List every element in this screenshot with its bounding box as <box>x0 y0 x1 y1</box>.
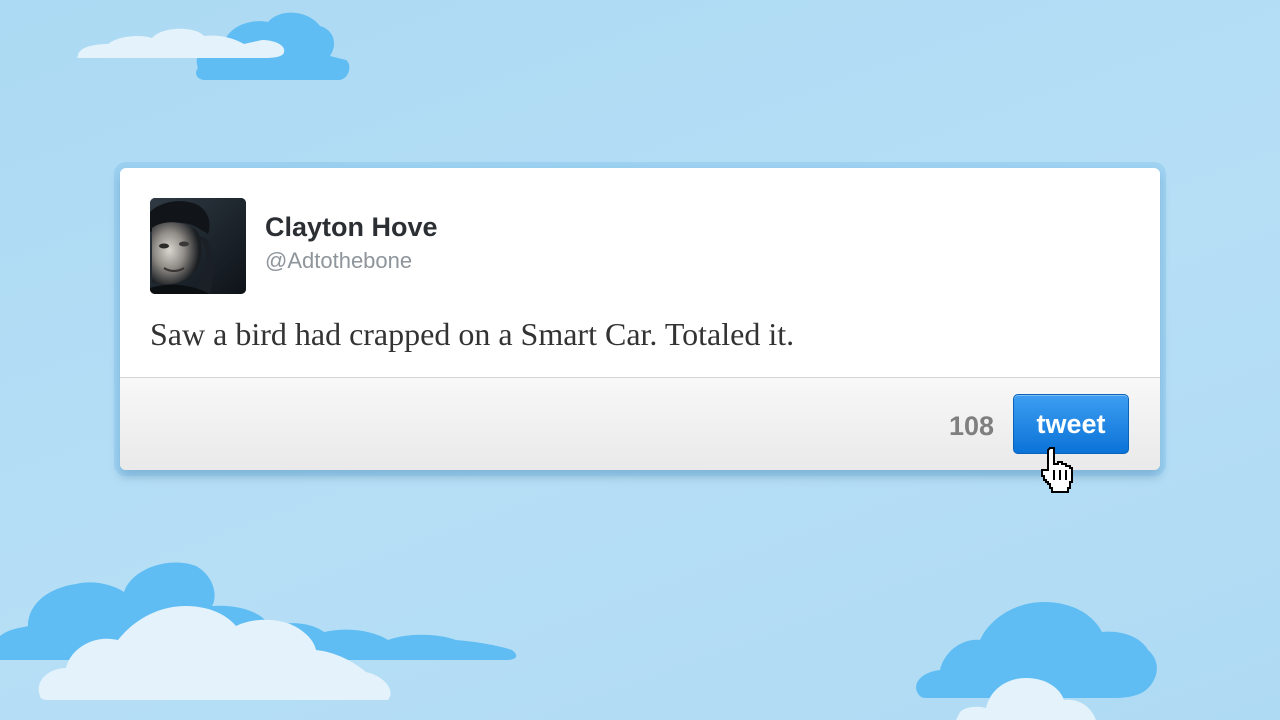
hand-pointer-icon <box>1041 447 1073 493</box>
character-count: 108 <box>948 411 994 441</box>
author-display-name[interactable]: Clayton Hove <box>265 212 438 243</box>
tweet-button[interactable]: tweet <box>1013 394 1129 454</box>
cloud-bottom-right <box>916 602 1157 720</box>
tweet-footer: 108 tweet <box>120 377 1160 470</box>
tweet-card: Clayton Hove @Adtothebone Saw a bird had… <box>120 168 1160 470</box>
avatar-photo-image <box>150 198 246 294</box>
user-avatar[interactable] <box>150 198 246 294</box>
cloud-bottom-left <box>0 562 517 700</box>
tweet-text: Saw a bird had crapped on a Smart Car. T… <box>150 316 795 352</box>
author-handle[interactable]: @Adtothebone <box>265 248 412 274</box>
cloud-top-left <box>77 12 350 80</box>
